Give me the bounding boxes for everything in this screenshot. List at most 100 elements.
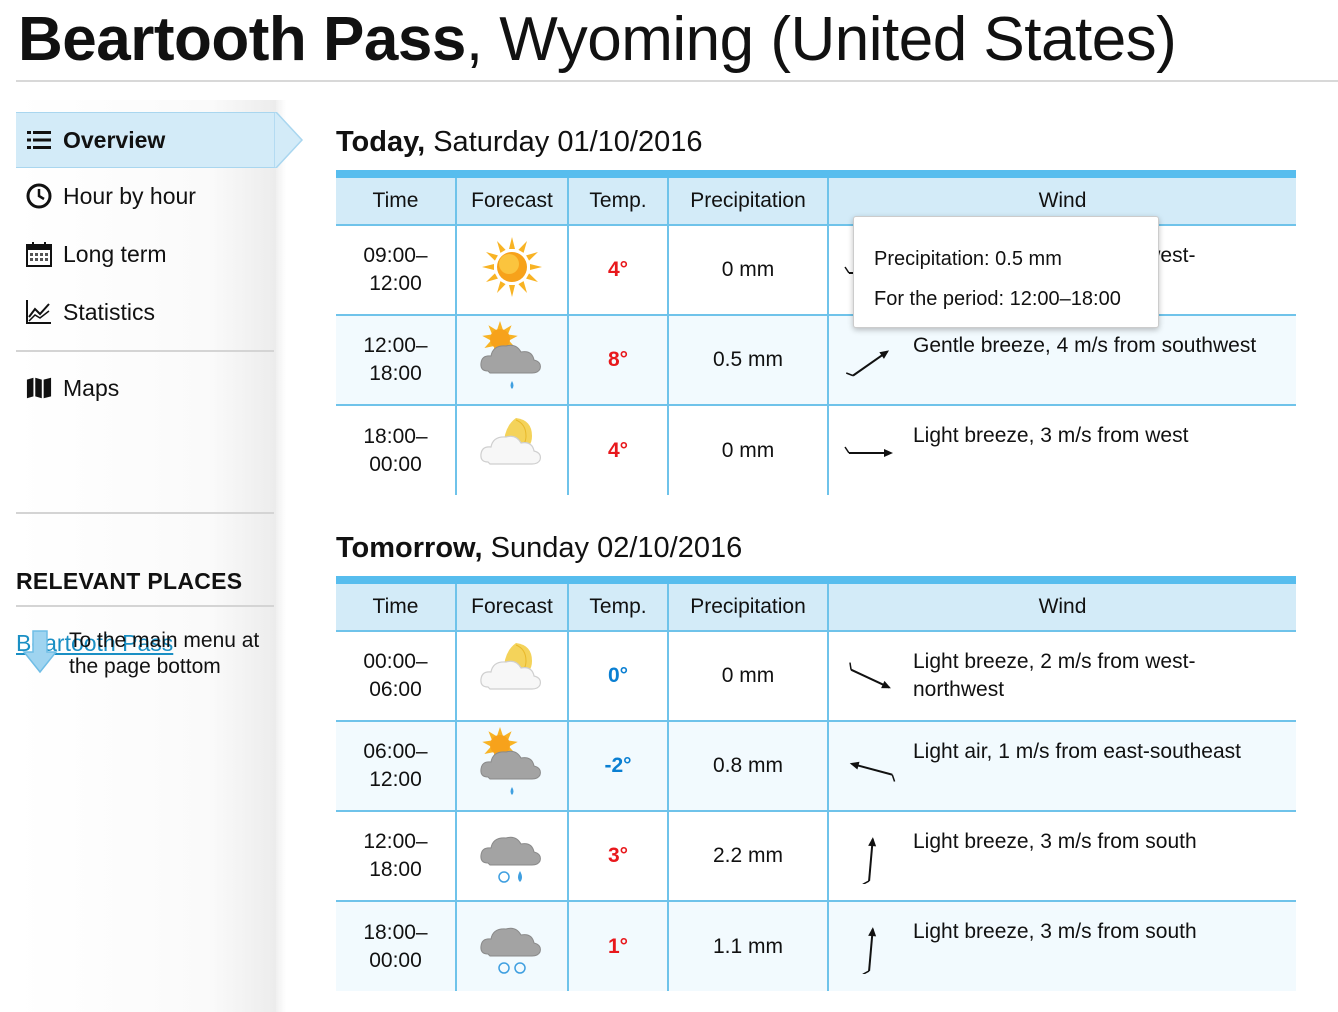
time-cell: 00:00– 06:00: [336, 631, 456, 722]
sidebar-divider: [16, 605, 274, 607]
wind-arrow-icon: [849, 761, 896, 782]
temperature-value: 4°: [607, 258, 629, 281]
wind-cell: Light breeze, 3 m/s from south: [827, 811, 1296, 902]
tooltip-precipitation: Precipitation: 0.5 mm: [874, 248, 1062, 270]
header-time: Time: [336, 584, 456, 632]
time-from: 00:00–: [363, 650, 428, 673]
list-icon: [26, 127, 52, 153]
precipitation-cell[interactable]: 0 mm: [667, 225, 828, 316]
sidebar-item-statistics[interactable]: Statistics: [16, 284, 276, 340]
chart-icon: [26, 299, 52, 325]
forecast-cell[interactable]: [455, 811, 568, 902]
tomorrow-date: Sunday 02/10/2016: [490, 532, 743, 564]
temperature-cell: 4°: [567, 225, 668, 316]
time-from: 18:00–: [363, 920, 428, 944]
table-row: 18:00– 00:00 4° 0 mm Light breeze, 3 m/s fro…: [336, 405, 1296, 495]
tomorrow-label: Tomorrow,: [336, 532, 483, 564]
header-precipitation: Precipitation: [667, 584, 828, 632]
time-to: 18:00: [369, 362, 422, 385]
precipitation-cell[interactable]: 1.1 mm: [667, 901, 828, 991]
table-row: 12:00– 18:00 8° 0.5 mm Gentle breeze, 4 m/s …: [336, 315, 1296, 406]
moon-cloud-icon: [474, 643, 550, 716]
forecast-cell[interactable]: [455, 315, 568, 406]
wind-arrow-icon: [862, 927, 877, 974]
sidebar-divider: [16, 512, 274, 514]
sidebar-item-label: Overview: [63, 126, 166, 153]
page-title-region: , Wyoming (United States): [465, 5, 1177, 74]
time-to: 18:00: [369, 858, 422, 881]
today-date: Saturday 01/10/2016: [433, 126, 703, 158]
tomorrow-heading: Tomorrow, Sunday 02/10/2016: [336, 532, 742, 565]
tooltip-period: For the period: 12:00–18:00: [874, 288, 1121, 310]
today-label: Today,: [336, 126, 426, 158]
time-from: 06:00–: [363, 740, 428, 763]
forecast-cell[interactable]: [455, 225, 568, 316]
relevant-places-heading: RELEVANT PLACES: [16, 568, 243, 594]
forecast-cell[interactable]: [455, 721, 568, 812]
header-precipitation: Precipitation: [667, 178, 828, 226]
table-row: 00:00– 06:00 0° 0 mm Light breeze, 2 m/s fro…: [336, 631, 1296, 722]
header-wind: Wind: [827, 584, 1296, 632]
wind-cell: Gentle breeze, 4 m/s from southwest: [827, 315, 1296, 406]
time-from: 12:00–: [363, 830, 428, 853]
tomorrow-table-topbar: [336, 576, 1296, 584]
sidebar-item-hour-by-hour[interactable]: Hour by hour: [16, 168, 276, 224]
temperature-cell: 1°: [567, 901, 668, 991]
moon-cloud-icon: [474, 417, 550, 491]
sun-cloud-rain-icon: [474, 321, 550, 400]
main-menu-link[interactable]: To the main menu at the page bottom: [16, 626, 286, 686]
time-cell: 18:00– 00:00: [336, 405, 456, 495]
forecast-cell[interactable]: [455, 405, 568, 495]
temperature-value: -2°: [604, 754, 632, 777]
temperature-cell: 0°: [567, 631, 668, 722]
wind-description: Light air, 1 m/s from east-southeast: [913, 740, 1241, 763]
sidebar-item-label: Maps: [63, 374, 120, 401]
header-time: Time: [336, 178, 456, 226]
header-temp: Temp.: [567, 178, 668, 226]
time-cell: 18:00– 00:00: [336, 901, 456, 991]
temperature-cell: 3°: [567, 811, 668, 902]
arrow-down-icon: [22, 630, 58, 679]
time-to: 12:00: [369, 768, 422, 791]
today-table-topbar: [336, 170, 1296, 178]
title-divider: [16, 80, 1338, 82]
table-row: 18:00– 00:00 1° 1.1 mm Light breeze, 3 m/s f…: [336, 901, 1296, 991]
sidebar-item-maps[interactable]: Maps: [16, 360, 276, 416]
sidebar-item-label: Long term: [63, 240, 167, 267]
header-forecast: Forecast: [455, 178, 568, 226]
header-forecast: Forecast: [455, 584, 568, 632]
precipitation-cell[interactable]: 0.5 mm: [667, 315, 828, 406]
time-to: 06:00: [369, 678, 422, 701]
sidebar-item-long-term[interactable]: Long term: [16, 226, 276, 282]
wind-arrow-icon: [844, 446, 893, 457]
temperature-value: 4°: [607, 438, 629, 462]
time-cell: 06:00– 12:00: [336, 721, 456, 812]
map-icon: [26, 375, 52, 401]
temperature-value: 1°: [607, 934, 629, 958]
table-row: 12:00– 18:00 3° 2.2 mm Light breeze, 3 m/s f…: [336, 811, 1296, 902]
precipitation-cell[interactable]: 0 mm: [667, 405, 828, 495]
wind-cell: Light breeze, 2 m/s from west-northwest: [827, 631, 1296, 722]
precipitation-value: 0.8 mm: [712, 754, 783, 777]
precipitation-value: 0.5 mm: [712, 348, 783, 371]
time-cell: 12:00– 18:00: [336, 811, 456, 902]
precipitation-tooltip: Precipitation: 0.5 mm For the period: 12…: [853, 216, 1159, 328]
precipitation-value: 2.2 mm: [712, 844, 783, 867]
forecast-cell[interactable]: [455, 631, 568, 722]
temperature-value: 3°: [607, 844, 629, 867]
main-menu-link-text: To the main menu at the page bottom: [69, 629, 260, 678]
temperature-value: 0°: [607, 664, 629, 687]
time-to: 12:00: [369, 272, 422, 295]
precipitation-value: 1.1 mm: [712, 934, 783, 958]
sidebar-item-overview[interactable]: Overview: [16, 112, 276, 168]
forecast-cell[interactable]: [455, 901, 568, 991]
sidebar-item-label: Statistics: [63, 298, 156, 325]
precipitation-value: 0 mm: [721, 258, 775, 281]
precipitation-cell[interactable]: 0 mm: [667, 631, 828, 722]
time-cell: 09:00– 12:00: [336, 225, 456, 316]
cloud-snow-icon: [474, 927, 550, 987]
wind-arrow-icon: [845, 350, 890, 377]
precipitation-cell[interactable]: 2.2 mm: [667, 811, 828, 902]
wind-description: Light breeze, 3 m/s from west: [913, 424, 1189, 447]
precipitation-cell[interactable]: 0.8 mm: [667, 721, 828, 812]
